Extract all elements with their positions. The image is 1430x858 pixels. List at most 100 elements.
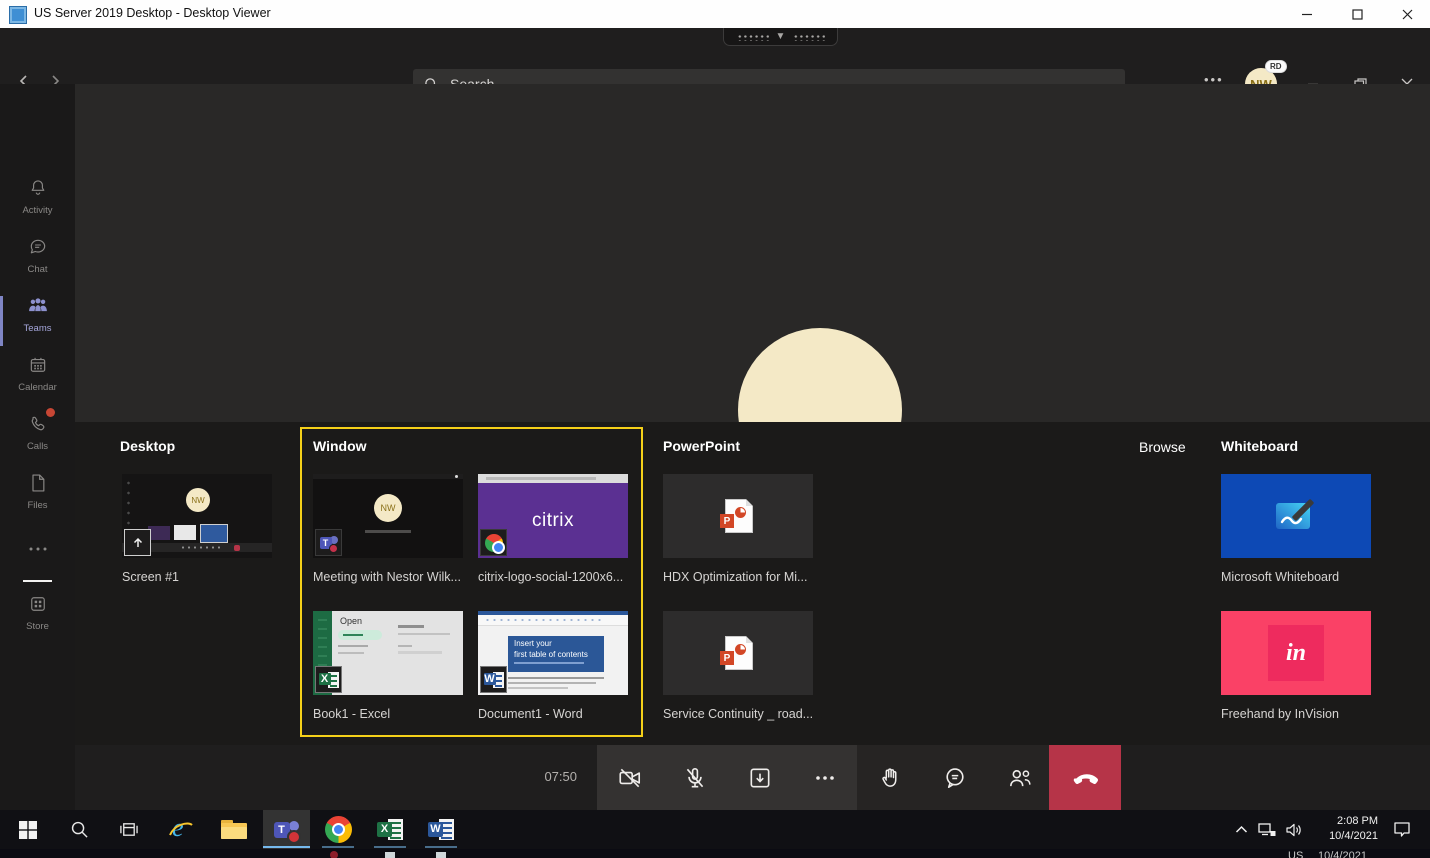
tile-label: Freehand by InVision bbox=[1221, 707, 1379, 721]
tile-label: Document1 - Word bbox=[478, 707, 636, 721]
teams-app-icon: T bbox=[315, 529, 342, 556]
share-tile-citrix[interactable]: citrix bbox=[478, 474, 628, 558]
chat-button[interactable] bbox=[922, 745, 987, 810]
share-tray-icon bbox=[747, 765, 773, 791]
volume-button[interactable] bbox=[1279, 810, 1309, 849]
mini-line bbox=[398, 633, 450, 635]
mini-open-label: Open bbox=[340, 616, 362, 626]
invision-app-icon: in bbox=[1268, 625, 1324, 681]
call-timer: 07:50 bbox=[495, 769, 577, 784]
call-control-bar: 07:50 bbox=[75, 745, 1430, 810]
people-icon bbox=[1006, 765, 1034, 791]
desktop-viewer-app-icon bbox=[9, 6, 27, 24]
store-apps-icon bbox=[28, 594, 48, 614]
sidebar-item-store[interactable]: Store bbox=[0, 594, 75, 632]
tile-label: Microsoft Whiteboard bbox=[1221, 570, 1379, 584]
mini-word-callout: Insert your first table of contents bbox=[508, 636, 604, 672]
grip-dots-right bbox=[792, 33, 825, 41]
powerpoint-file-icon: P bbox=[725, 499, 753, 533]
excel-icon: X bbox=[377, 818, 403, 842]
more-actions-button[interactable] bbox=[792, 745, 857, 810]
mini-window-3 bbox=[200, 524, 228, 543]
network-ethernet-icon bbox=[1258, 822, 1276, 838]
taskbar-clock[interactable]: 2:08 PM 10/4/2021 bbox=[1306, 814, 1378, 844]
tile-label: HDX Optimization for Mi... bbox=[663, 570, 821, 584]
sliver-teams-dot bbox=[330, 851, 338, 858]
desktop-viewer-titlebar: US Server 2019 Desktop - Desktop Viewer bbox=[0, 0, 1430, 29]
internet-explorer-button[interactable]: e bbox=[159, 810, 203, 849]
mini-line bbox=[508, 682, 596, 684]
excel-running-indicator bbox=[374, 846, 406, 848]
network-status-button[interactable] bbox=[1252, 810, 1282, 849]
section-title-desktop: Desktop bbox=[120, 438, 175, 454]
tile-label: Screen #1 bbox=[122, 570, 280, 584]
action-center-button[interactable] bbox=[1382, 810, 1422, 849]
share-upload-icon bbox=[124, 529, 151, 556]
sliver-partial-text: US bbox=[1288, 850, 1303, 858]
sidebar-item-files[interactable]: Files bbox=[0, 473, 75, 511]
share-tile-ppt-service[interactable]: P bbox=[663, 611, 813, 695]
hang-up-button[interactable] bbox=[1049, 745, 1121, 810]
windows-logo-icon bbox=[19, 821, 37, 839]
mini-close-dot bbox=[455, 475, 458, 478]
start-button[interactable] bbox=[6, 810, 50, 849]
task-view-icon bbox=[119, 820, 138, 839]
section-title-powerpoint: PowerPoint bbox=[663, 438, 740, 454]
task-view-button[interactable] bbox=[106, 810, 150, 849]
mini-line bbox=[398, 625, 424, 628]
chrome-button[interactable] bbox=[316, 810, 360, 849]
teams-people-icon bbox=[27, 296, 49, 316]
browse-button[interactable]: Browse bbox=[1139, 439, 1186, 455]
whiteboard-app-icon bbox=[1274, 499, 1318, 533]
os-minimize-button[interactable] bbox=[1284, 0, 1330, 28]
teams-running-indicator bbox=[263, 846, 310, 848]
share-button[interactable] bbox=[727, 745, 792, 810]
os-maximize-button[interactable] bbox=[1334, 0, 1380, 28]
camera-off-button[interactable] bbox=[597, 745, 662, 810]
file-explorer-button[interactable] bbox=[212, 810, 256, 849]
share-tile-ppt-hdx[interactable]: P bbox=[663, 474, 813, 558]
raise-hand-icon bbox=[877, 765, 903, 791]
share-tile-excel[interactable]: Open X bbox=[313, 611, 463, 695]
share-tile-invision[interactable]: in bbox=[1221, 611, 1371, 695]
taskbar-teams-button[interactable]: T bbox=[263, 810, 310, 849]
tile-label: Meeting with Nestor Wilk... bbox=[313, 570, 471, 584]
teams-app-icon: T bbox=[274, 818, 300, 842]
mini-hangup bbox=[234, 545, 240, 551]
sidebar-item-calls[interactable]: Calls bbox=[0, 414, 75, 452]
citrix-toolbar-grip[interactable]: ▼ bbox=[723, 28, 838, 46]
share-tile-screen1[interactable]: NW bbox=[122, 474, 272, 558]
section-title-window: Window bbox=[313, 438, 367, 454]
share-tile-ms-whiteboard[interactable] bbox=[1221, 474, 1371, 558]
action-center-icon bbox=[1393, 821, 1411, 838]
sidebar-item-teams[interactable]: Teams bbox=[0, 296, 75, 334]
share-tile-meeting[interactable]: NW T bbox=[313, 474, 463, 558]
participants-button[interactable] bbox=[987, 745, 1052, 810]
sidebar-item-activity[interactable]: Activity bbox=[0, 178, 75, 216]
screen-share-tray: Desktop NW Screen #1 Window NW bbox=[75, 422, 1430, 745]
mini-line bbox=[508, 687, 568, 689]
ellipsis-icon bbox=[814, 774, 836, 782]
share-tile-word[interactable]: Insert your first table of contents W bbox=[478, 611, 628, 695]
excel-button[interactable]: X bbox=[368, 810, 412, 849]
raise-hand-button[interactable] bbox=[857, 745, 922, 810]
taskbar-search-button[interactable] bbox=[57, 810, 101, 849]
mini-line bbox=[508, 677, 604, 679]
grip-dots-left bbox=[736, 33, 769, 41]
mini-avatar: NW bbox=[186, 488, 210, 512]
phone-icon bbox=[28, 414, 48, 434]
folder-icon bbox=[221, 820, 247, 840]
mic-off-button[interactable] bbox=[662, 745, 727, 810]
mini-window-1 bbox=[148, 526, 170, 540]
sliver-excel-bit bbox=[385, 852, 395, 858]
internet-explorer-icon: e bbox=[168, 817, 194, 843]
os-close-button[interactable] bbox=[1384, 0, 1430, 28]
sidebar-item-calendar[interactable]: Calendar bbox=[0, 355, 75, 393]
grip-arrow-down-icon: ▼ bbox=[776, 33, 786, 41]
sliver-partial-date: 10/4/2021 bbox=[1318, 850, 1367, 858]
word-button[interactable]: W bbox=[419, 810, 463, 849]
sidebar-more-button[interactable] bbox=[0, 540, 75, 558]
mini-taskbar-icons bbox=[180, 546, 220, 549]
camera-off-icon bbox=[617, 765, 643, 791]
sidebar-item-chat[interactable]: Chat bbox=[0, 237, 75, 275]
